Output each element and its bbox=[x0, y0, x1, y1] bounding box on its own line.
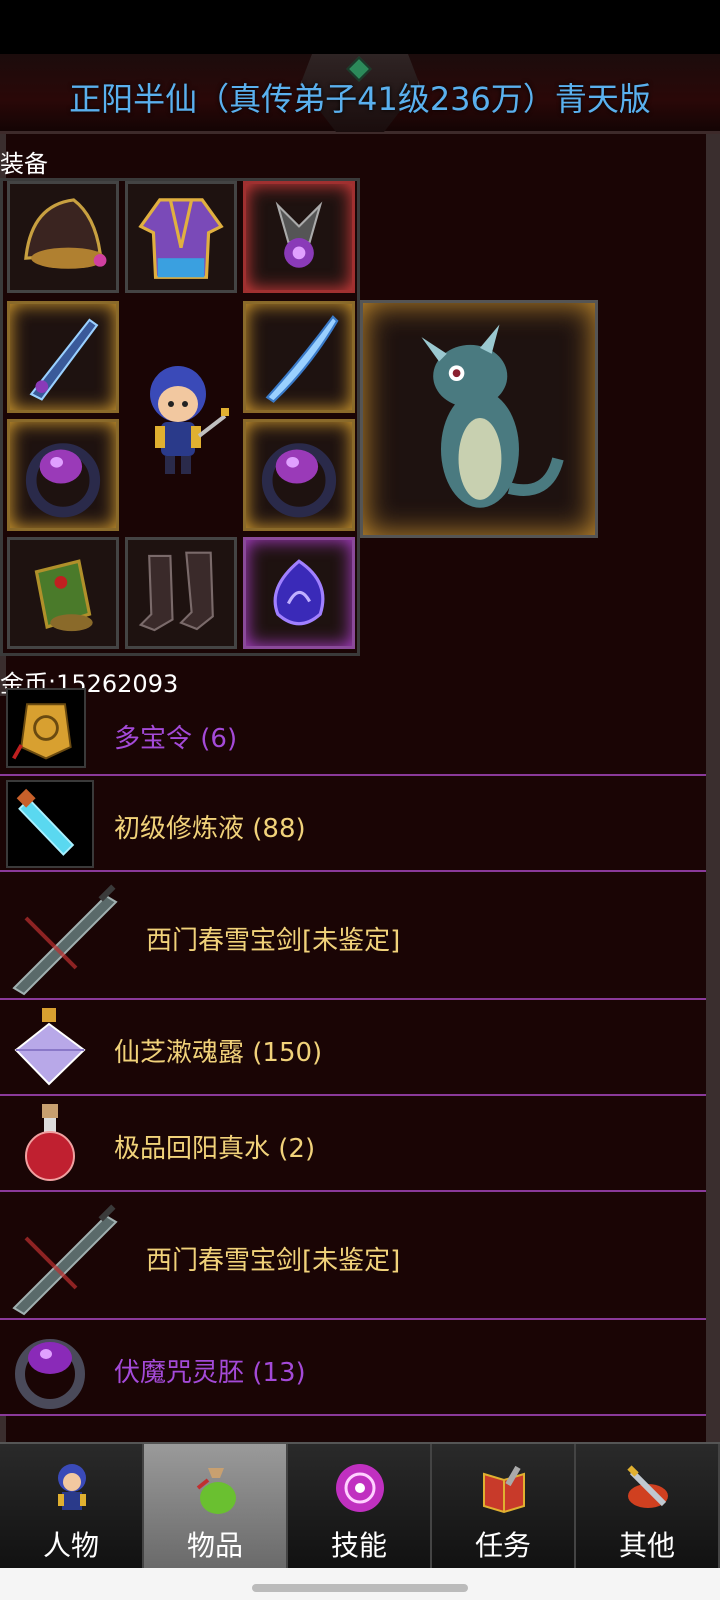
item-label: 仙芝漱魂露 (150) bbox=[114, 1038, 323, 1068]
list-item[interactable]: 多宝令 (6) bbox=[0, 688, 706, 776]
ring-left-icon[interactable] bbox=[7, 419, 119, 531]
character-avatar bbox=[133, 356, 233, 486]
equipment-section-label: 装备 bbox=[0, 150, 48, 178]
title-bar: 正阳半仙（真传弟子41级236万）青天版 bbox=[0, 54, 720, 134]
tab-quests[interactable]: 任务 bbox=[432, 1444, 576, 1568]
bag-icon bbox=[186, 1458, 246, 1518]
purple-ring-icon bbox=[6, 1324, 94, 1412]
crystal-bottle-icon bbox=[6, 1004, 94, 1092]
equipment-grid bbox=[0, 178, 360, 656]
tab-label: 其他 bbox=[618, 1529, 675, 1562]
ring-right-icon[interactable] bbox=[243, 419, 355, 531]
item-label: 西门春雪宝剑[未鉴定] bbox=[146, 926, 401, 956]
list-item[interactable]: 西门春雪宝剑[未鉴定] bbox=[0, 1192, 706, 1320]
character-icon bbox=[42, 1458, 102, 1518]
tab-label: 物品 bbox=[186, 1529, 243, 1562]
weapon-left-icon[interactable] bbox=[7, 301, 119, 413]
weapon-right-icon[interactable] bbox=[243, 301, 355, 413]
item-label: 极品回阳真水 (2) bbox=[114, 1134, 316, 1164]
skill-orb-icon bbox=[330, 1458, 390, 1518]
dragon-pet-icon[interactable] bbox=[360, 300, 598, 538]
status-bar bbox=[0, 0, 720, 54]
item-label: 西门春雪宝剑[未鉴定] bbox=[146, 1246, 401, 1276]
tab-items[interactable]: 物品 bbox=[144, 1444, 288, 1568]
list-item[interactable]: 西门春雪宝剑[未鉴定] bbox=[0, 872, 706, 1000]
list-item[interactable]: 初级修炼液 (88) bbox=[0, 776, 706, 872]
token-icon bbox=[6, 688, 86, 768]
bracer-icon[interactable] bbox=[7, 537, 119, 649]
tab-label: 任务 bbox=[474, 1529, 531, 1562]
robe-icon[interactable] bbox=[125, 181, 237, 293]
quest-book-icon bbox=[474, 1458, 534, 1518]
other-icon bbox=[618, 1458, 678, 1518]
item-label: 多宝令 (6) bbox=[114, 724, 238, 754]
orb-icon[interactable] bbox=[243, 537, 355, 649]
red-potion-icon bbox=[6, 1100, 94, 1188]
home-indicator[interactable] bbox=[252, 1584, 468, 1592]
amulet-icon[interactable] bbox=[243, 181, 355, 293]
list-item[interactable]: 极品回阳真水 (2) bbox=[0, 1096, 706, 1192]
potion-vial-icon bbox=[6, 780, 94, 868]
item-label: 伏魔咒灵胚 (13) bbox=[114, 1358, 306, 1388]
tab-character[interactable]: 人物 bbox=[0, 1444, 144, 1568]
list-item[interactable]: 伏魔咒灵胚 (13) bbox=[0, 1320, 706, 1416]
bottom-tab-bar: 人物 物品 技能 任务 其他 bbox=[0, 1442, 720, 1568]
tab-skills[interactable]: 技能 bbox=[288, 1444, 432, 1568]
list-item[interactable]: 仙芝漱魂露 (150) bbox=[0, 1000, 706, 1096]
hat-icon[interactable] bbox=[7, 181, 119, 293]
tab-other[interactable]: 其他 bbox=[576, 1444, 720, 1568]
tab-label: 人物 bbox=[42, 1529, 99, 1562]
sword-icon bbox=[6, 1198, 126, 1318]
item-label: 初级修炼液 (88) bbox=[114, 814, 306, 844]
sword-icon bbox=[6, 878, 126, 998]
item-list: 多宝令 (6) 初级修炼液 (88) 西门春雪宝剑[未鉴定] 仙芝漱魂露 (15… bbox=[0, 688, 706, 1416]
tab-label: 技能 bbox=[330, 1529, 387, 1562]
boots-icon[interactable] bbox=[125, 537, 237, 649]
page-title: 正阳半仙（真传弟子41级236万）青天版 bbox=[69, 80, 651, 118]
